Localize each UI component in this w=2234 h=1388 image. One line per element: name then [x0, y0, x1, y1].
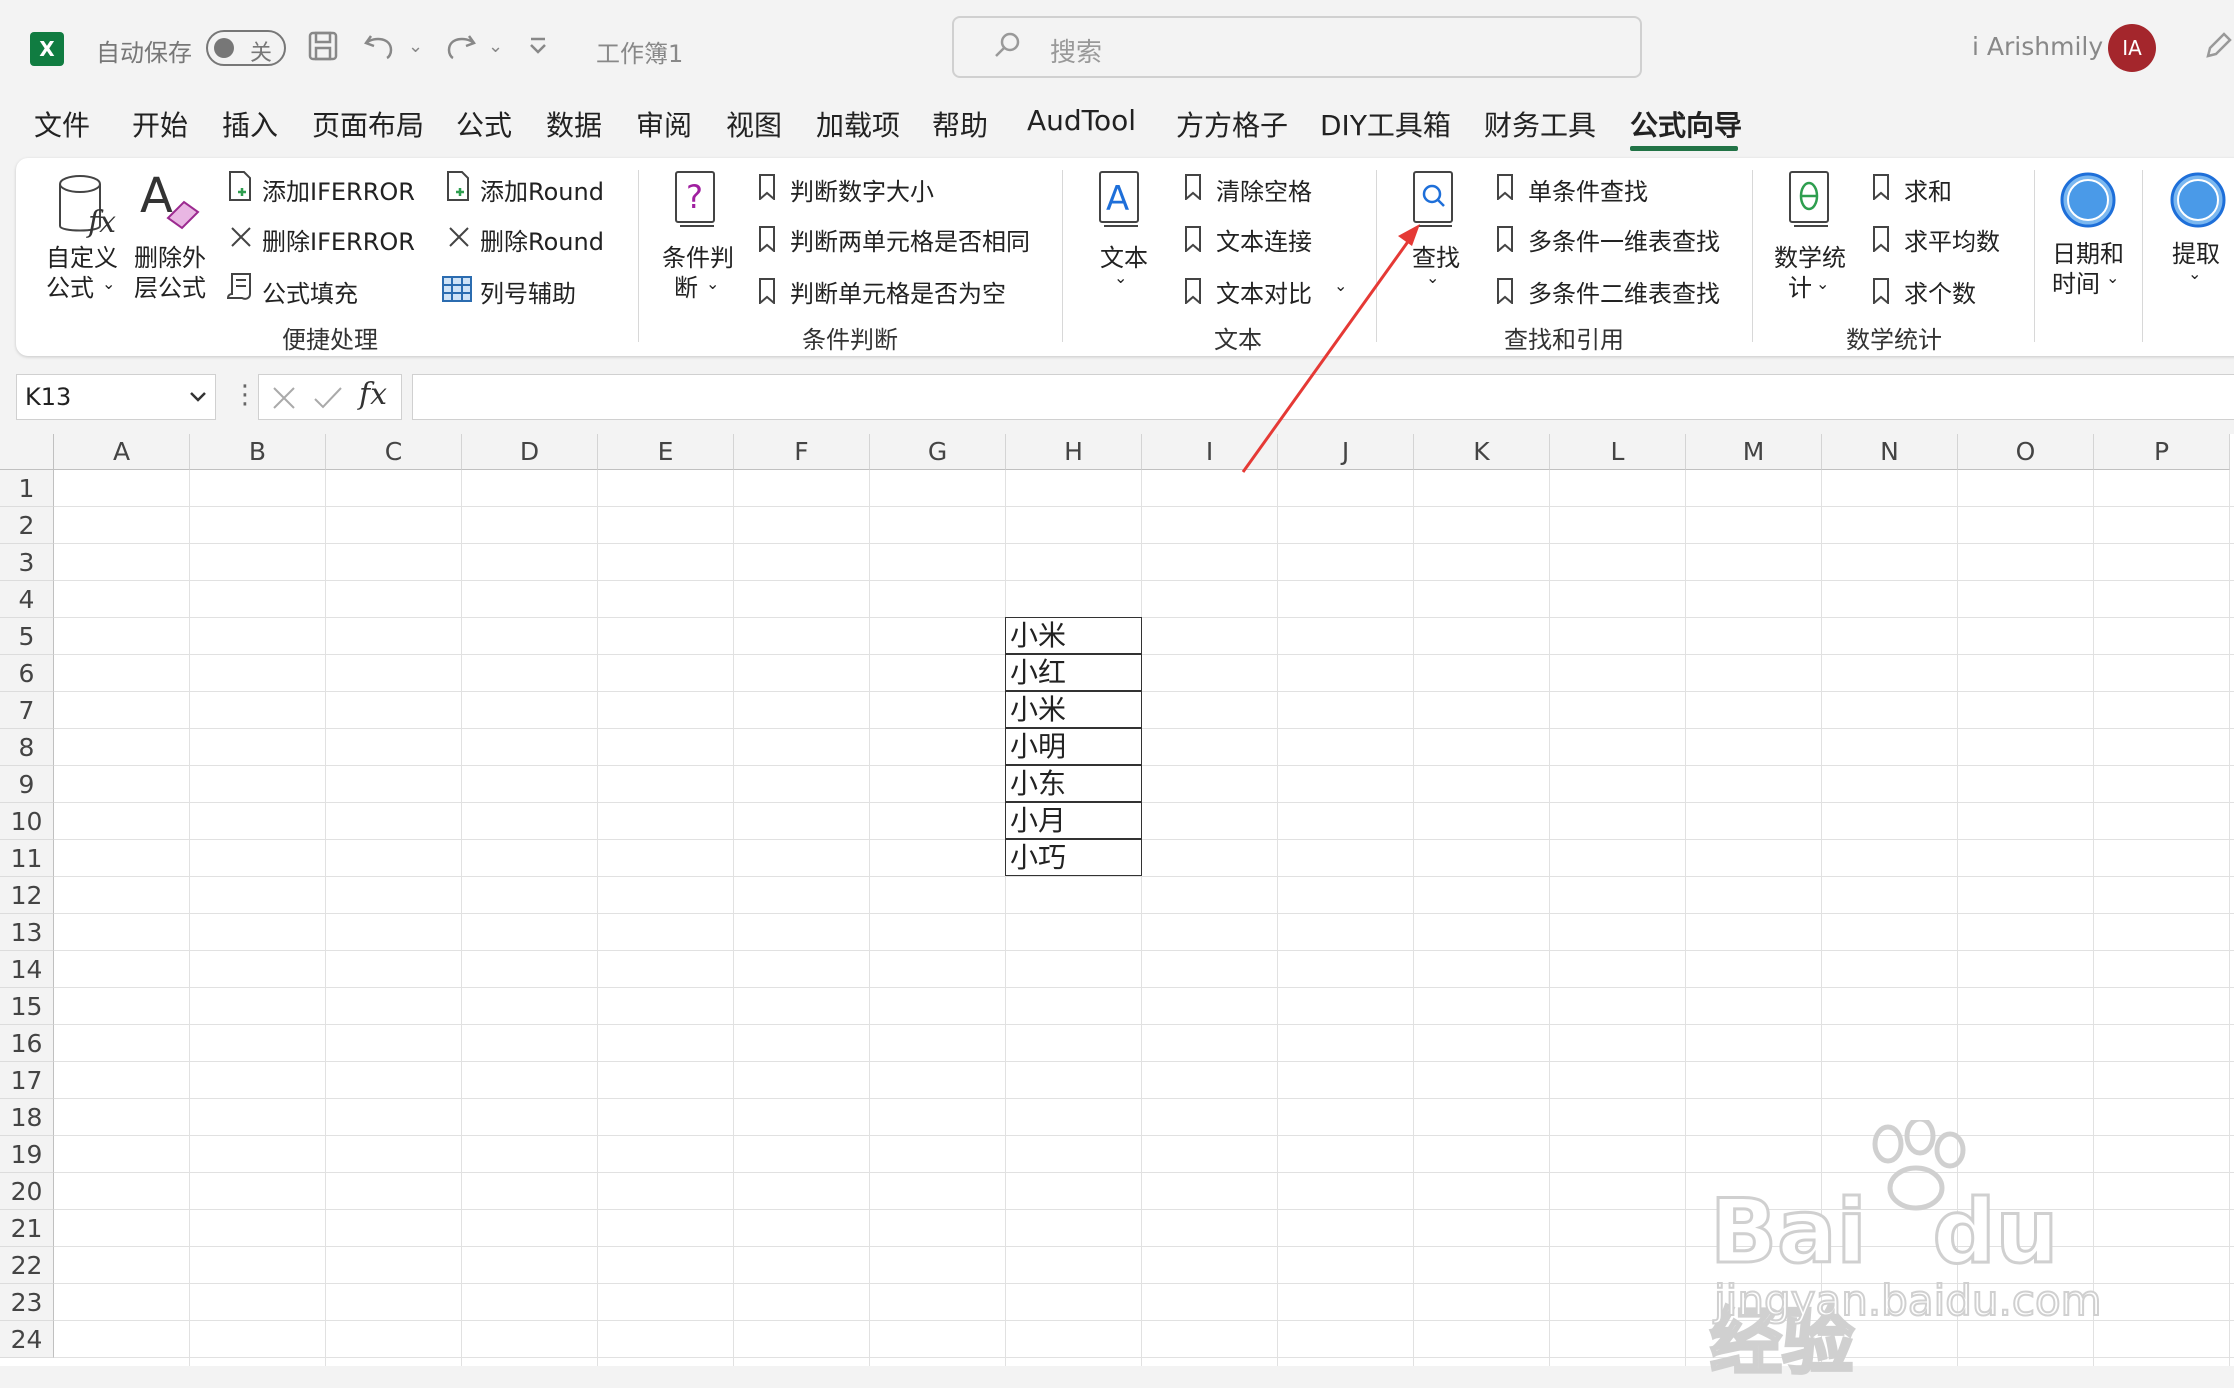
watermark-brand2: du: [1931, 1179, 2060, 1285]
watermark-brand: Bai: [1709, 1179, 1869, 1285]
watermark-url: jingyan.baidu.com: [1713, 1275, 2103, 1326]
baidu-watermark: Bai du经验 jingyan.baidu.com: [1708, 1120, 2130, 1386]
